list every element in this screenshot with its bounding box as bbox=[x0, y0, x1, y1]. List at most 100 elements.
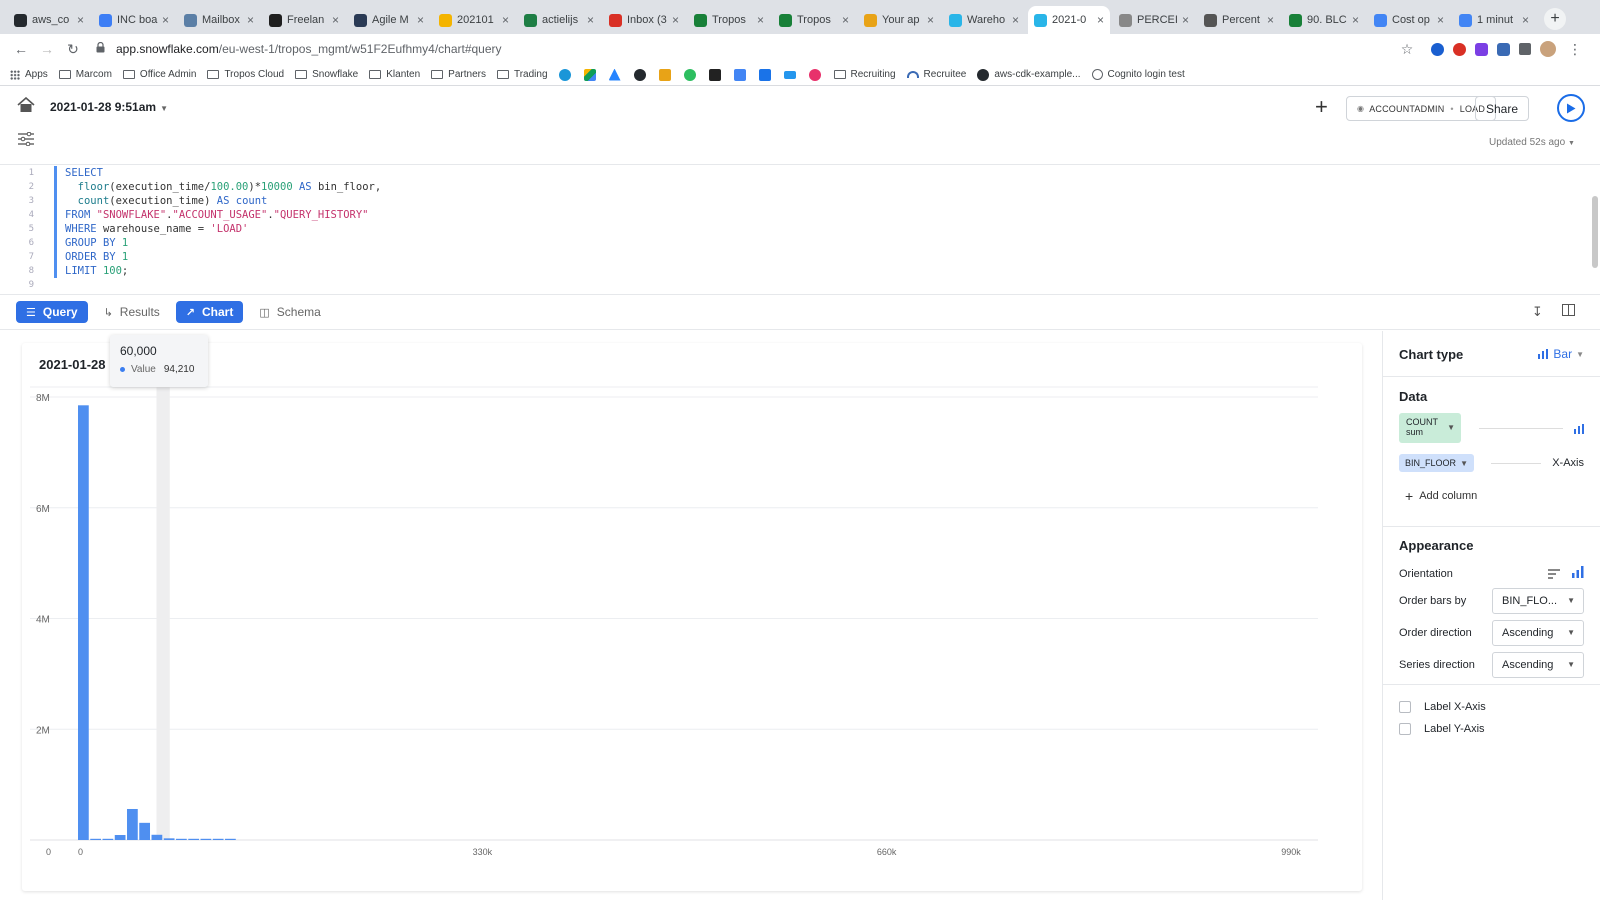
tab-schema[interactable]: ◫ Schema bbox=[249, 301, 330, 323]
editor-scrollbar[interactable] bbox=[1592, 196, 1598, 268]
editor-line[interactable]: 9 bbox=[0, 278, 1600, 292]
close-icon[interactable]: × bbox=[672, 13, 679, 27]
bookmark-snowflake[interactable]: Snowflake bbox=[295, 69, 358, 80]
new-tab-button[interactable]: + bbox=[1544, 8, 1566, 30]
bar[interactable] bbox=[200, 838, 212, 840]
browser-tab[interactable]: Your ap × bbox=[858, 6, 940, 34]
browser-tab[interactable]: 2021-0 × bbox=[1028, 6, 1110, 34]
editor-line[interactable]: 1 SELECT bbox=[0, 166, 1600, 180]
add-column-button[interactable]: + Add column bbox=[1405, 488, 1477, 504]
browser-tab[interactable]: 90. BLC × bbox=[1283, 6, 1365, 34]
close-icon[interactable]: × bbox=[757, 13, 764, 27]
app-blue-icon[interactable] bbox=[758, 68, 771, 81]
forward-icon[interactable]: → bbox=[36, 38, 58, 60]
home-icon[interactable] bbox=[17, 96, 35, 116]
bar[interactable] bbox=[78, 405, 89, 840]
close-icon[interactable]: × bbox=[842, 13, 849, 27]
close-icon[interactable]: × bbox=[332, 13, 339, 27]
adblock-icon[interactable] bbox=[1453, 42, 1466, 56]
bookmark-marcom[interactable]: Marcom bbox=[58, 69, 112, 80]
editor-line[interactable]: 6 GROUP BY 1 bbox=[0, 236, 1600, 250]
vertical-bars-icon[interactable] bbox=[1572, 566, 1584, 581]
browser-tab[interactable]: actielijs × bbox=[518, 6, 600, 34]
reload-icon[interactable]: ↻ bbox=[62, 38, 84, 60]
browser-tab[interactable]: PERCEI × bbox=[1113, 6, 1195, 34]
browser-tab[interactable]: Percent × bbox=[1198, 6, 1280, 34]
close-icon[interactable]: × bbox=[162, 13, 169, 27]
extension-purple-icon[interactable] bbox=[1475, 42, 1488, 56]
editor-line[interactable]: 2 floor(execution_time/100.00)*10000 AS … bbox=[0, 180, 1600, 194]
sql-editor[interactable]: 1 SELECT 2 floor(execution_time/100.00)*10… bbox=[0, 166, 1600, 294]
salesforce-icon[interactable] bbox=[558, 68, 571, 81]
profile-avatar[interactable] bbox=[1540, 41, 1556, 57]
atlassian-icon[interactable] bbox=[608, 68, 621, 81]
tab-chart[interactable]: ↗ Chart bbox=[175, 301, 244, 323]
bookmark-tropos-cloud[interactable]: Tropos Cloud bbox=[207, 69, 284, 80]
run-button[interactable] bbox=[1557, 94, 1585, 122]
close-icon[interactable]: × bbox=[502, 13, 509, 27]
close-icon[interactable]: × bbox=[1097, 13, 1104, 27]
editor-line[interactable]: 3 count(execution_time) AS count bbox=[0, 194, 1600, 208]
star-icon[interactable]: ☆ bbox=[1396, 38, 1418, 60]
share-button[interactable]: Share bbox=[1475, 96, 1529, 121]
close-icon[interactable]: × bbox=[77, 13, 84, 27]
browser-tab[interactable]: Freelan × bbox=[263, 6, 345, 34]
browser-tab[interactable]: Agile M × bbox=[348, 6, 430, 34]
bar[interactable] bbox=[114, 835, 126, 840]
close-icon[interactable]: × bbox=[1437, 13, 1444, 27]
close-icon[interactable]: × bbox=[1352, 13, 1359, 27]
puzzle-icon[interactable] bbox=[1519, 43, 1531, 55]
lastpass-icon[interactable] bbox=[708, 68, 721, 81]
tab-results[interactable]: ↳ Results bbox=[94, 301, 170, 323]
onepassword-icon[interactable] bbox=[1431, 42, 1444, 56]
bar[interactable] bbox=[127, 808, 138, 840]
close-icon[interactable]: × bbox=[247, 13, 254, 27]
close-icon[interactable]: × bbox=[417, 13, 424, 27]
browser-tab[interactable]: Inbox (3 × bbox=[603, 6, 685, 34]
bar[interactable] bbox=[163, 838, 175, 840]
browser-menu-icon[interactable]: ⋮ bbox=[1564, 38, 1586, 60]
app-pink-icon[interactable] bbox=[808, 68, 821, 81]
browser-tab[interactable]: Cost op × bbox=[1368, 6, 1450, 34]
google-drive-icon[interactable] bbox=[583, 68, 596, 81]
bar-chart[interactable]: 2M 4M 6M 8M 0 0 330k 660k 990k bbox=[22, 343, 1362, 891]
bar[interactable] bbox=[90, 838, 102, 840]
close-icon[interactable]: × bbox=[1522, 13, 1529, 27]
box-icon[interactable] bbox=[658, 68, 671, 81]
close-icon[interactable]: × bbox=[1012, 13, 1019, 27]
series-direction-select[interactable]: Ascending ▼ bbox=[1492, 652, 1584, 678]
x-axis-label[interactable]: X-Axis bbox=[1552, 457, 1584, 469]
label-y-axis-checkbox[interactable] bbox=[1399, 723, 1411, 735]
count-column-chip[interactable]: COUNT sum ▼ bbox=[1399, 413, 1461, 443]
tab-query[interactable]: ☰ Query bbox=[16, 301, 88, 323]
split-view-icon[interactable] bbox=[1562, 304, 1575, 319]
bar[interactable] bbox=[176, 838, 187, 840]
browser-tab[interactable]: Wareho × bbox=[943, 6, 1025, 34]
chart-type-select[interactable]: Bar ▼ bbox=[1538, 347, 1584, 361]
add-icon[interactable]: + bbox=[1315, 94, 1328, 120]
bookmark-cognito[interactable]: Cognito login test bbox=[1091, 69, 1185, 80]
bookmark-office-admin[interactable]: Office Admin bbox=[122, 69, 196, 80]
close-icon[interactable]: × bbox=[927, 13, 934, 27]
order-direction-select[interactable]: Ascending ▼ bbox=[1492, 620, 1584, 646]
browser-tab[interactable]: Tropos × bbox=[688, 6, 770, 34]
url-field[interactable]: app.snowflake.com/eu-west-1/tropos_mgmt/… bbox=[96, 36, 1396, 62]
bin-floor-column-chip[interactable]: BIN_FLOOR ▼ bbox=[1399, 454, 1474, 472]
editor-line[interactable]: 4 FROM "SNOWFLAKE"."ACCOUNT_USAGE"."QUERY… bbox=[0, 208, 1600, 222]
close-icon[interactable]: × bbox=[1182, 13, 1189, 27]
browser-tab[interactable]: 1 minut × bbox=[1453, 6, 1535, 34]
download-icon[interactable]: ↧ bbox=[1532, 304, 1543, 320]
worksheet-title[interactable]: 2021-01-28 9:51am ▼ bbox=[50, 100, 168, 114]
bookmark-recruiting[interactable]: Recruiting bbox=[833, 69, 896, 80]
browser-tab[interactable]: Mailbox × bbox=[178, 6, 260, 34]
browser-tab[interactable]: Tropos × bbox=[773, 6, 855, 34]
browser-tab[interactable]: 202101 × bbox=[433, 6, 515, 34]
bookmark-trading[interactable]: Trading bbox=[496, 69, 548, 80]
order-bars-by-select[interactable]: BIN_FLO... ▼ bbox=[1492, 588, 1584, 614]
bar[interactable] bbox=[102, 838, 114, 840]
browser-tab[interactable]: aws_co × bbox=[8, 6, 90, 34]
bookmark-aws-cdk[interactable]: aws-cdk-example... bbox=[977, 68, 1081, 81]
bar[interactable] bbox=[188, 838, 200, 840]
updated-status[interactable]: Updated 52s ago ▼ bbox=[1489, 137, 1575, 148]
browser-tab[interactable]: INC boa × bbox=[93, 6, 175, 34]
